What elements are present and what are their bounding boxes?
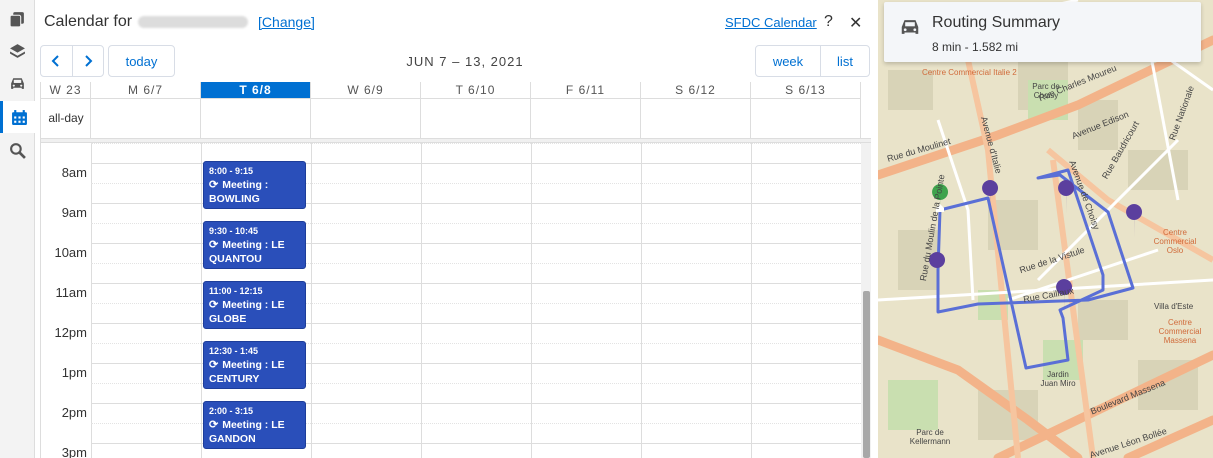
time-label: 12pm (54, 325, 87, 340)
search-icon[interactable] (0, 134, 35, 166)
route-map[interactable]: Centre Commercial Italie 2 Parc de Chois… (878, 0, 1213, 458)
column-line (91, 143, 92, 458)
all-day-row: all-day (41, 99, 871, 139)
event-title: Meeting : LE CENTURY (209, 359, 285, 385)
event-time: 11:00 - 12:15 (209, 286, 263, 296)
event-title: Meeting : LE GANDON (209, 419, 285, 445)
car-icon (901, 20, 919, 34)
day-header[interactable]: F 6/11 (531, 82, 641, 99)
time-grid-scrollbar[interactable] (861, 143, 871, 458)
list-view-button[interactable]: list (821, 46, 869, 76)
calendar-icon[interactable] (0, 101, 35, 133)
map-label: Villa d'Este (1154, 302, 1194, 311)
calendar-event[interactable]: 2:00 - 3:15 ⟳ Meeting : LE GANDON (203, 401, 306, 449)
layers-icon[interactable] (0, 35, 35, 67)
half-hour-line (91, 143, 861, 144)
event-time: 12:30 - 1:45 (209, 346, 259, 356)
map-label: Centre Commercial Italie 2 (922, 68, 1017, 77)
day-header[interactable]: M 6/7 (91, 82, 201, 99)
day-header-today[interactable]: T 6/8 (201, 82, 311, 99)
date-range-title: JUN 7 – 13, 2021 (406, 54, 524, 69)
view-switcher: week list (755, 45, 870, 77)
column-line (531, 143, 532, 458)
calendar-header: Calendar for [Change] SFDC Calendar ? ✕ (35, 0, 876, 42)
event-time: 8:00 - 9:15 (209, 166, 254, 176)
calendar-event[interactable]: 8:00 - 9:15 ⟳ Meeting : BOWLING (203, 161, 306, 209)
day-header[interactable]: S 6/13 (751, 82, 861, 99)
time-label: 10am (54, 245, 87, 260)
week-view-button[interactable]: week (756, 46, 821, 76)
recurring-icon: ⟳ (209, 419, 219, 431)
next-week-button[interactable] (73, 46, 104, 76)
time-grid[interactable]: 8am 9am 10am 11am 12pm 1pm 2pm 3pm 8:00 … (41, 143, 871, 458)
time-label: 3pm (61, 445, 87, 458)
chevron-left-icon (51, 55, 59, 67)
column-line (641, 143, 642, 458)
column-line (201, 143, 202, 458)
calendar-title: Calendar for [Change] (44, 13, 315, 31)
day-header[interactable]: T 6/10 (421, 82, 531, 99)
day-header[interactable]: S 6/12 (641, 82, 751, 99)
all-day-cell[interactable] (201, 99, 311, 139)
event-title: Meeting : LE GLOBE (209, 299, 285, 325)
car-icon[interactable] (0, 67, 35, 99)
calendar-panel: Calendar for [Change] SFDC Calendar ? ✕ t… (35, 0, 876, 458)
copy-icon[interactable] (0, 3, 35, 35)
change-user-link[interactable]: [Change] (258, 14, 315, 30)
sfdc-calendar-link[interactable]: SFDC Calendar (725, 15, 817, 30)
all-day-cell[interactable] (421, 99, 531, 139)
redacted-user-name (138, 15, 249, 28)
time-label: 8am (61, 165, 87, 180)
chevron-right-icon (85, 55, 93, 67)
all-day-cell[interactable] (641, 99, 751, 139)
week-grid: W 23 M 6/7 T 6/8 W 6/9 T 6/10 F 6/11 S 6… (40, 82, 871, 458)
routing-summary-title: Routing Summary (932, 14, 1061, 31)
recurring-icon: ⟳ (209, 179, 219, 191)
map-label: Jardin Juan Miro (1040, 370, 1076, 388)
routing-summary-stats: 8 min - 1.582 mi (932, 40, 1019, 54)
all-day-gutter (41, 99, 91, 139)
calendar-event[interactable]: 11:00 - 12:15 ⟳ Meeting : LE GLOBE (203, 281, 306, 329)
recurring-icon: ⟳ (209, 239, 219, 251)
event-title: Meeting : LE QUANTOU (209, 239, 285, 265)
column-line (421, 143, 422, 458)
map-label: Parc de Kellermann (909, 428, 951, 446)
week-nav (40, 45, 104, 77)
calendar-title-prefix: Calendar for (44, 13, 133, 30)
event-time: 9:30 - 10:45 (209, 226, 259, 236)
map-label: Centre Commercial Oslo (1153, 228, 1197, 255)
help-icon[interactable]: ? (824, 13, 833, 31)
prev-week-button[interactable] (41, 46, 73, 76)
week-number: W 23 (41, 82, 91, 99)
event-time: 2:00 - 3:15 (209, 406, 254, 416)
routing-summary-card[interactable]: Routing Summary 8 min - 1.582 mi (884, 2, 1201, 62)
all-day-cell[interactable] (91, 99, 201, 139)
time-label: 11am (55, 285, 87, 300)
recurring-icon: ⟳ (209, 299, 219, 311)
column-line (311, 143, 312, 458)
calendar-event[interactable]: 9:30 - 10:45 ⟳ Meeting : LE QUANTOU (203, 221, 306, 269)
day-header[interactable]: W 6/9 (311, 82, 421, 99)
all-day-cell[interactable] (531, 99, 641, 139)
all-day-cell[interactable] (311, 99, 421, 139)
close-icon[interactable]: ✕ (849, 13, 862, 33)
time-label: 9am (61, 205, 87, 220)
all-day-cell[interactable] (751, 99, 861, 139)
today-button[interactable]: today (108, 45, 175, 77)
time-label: 1pm (61, 365, 87, 380)
tool-rail (0, 0, 35, 458)
map-label: Centre Commercial Massena (1158, 318, 1202, 345)
time-label: 2pm (61, 405, 87, 420)
scrollbar-thumb[interactable] (863, 291, 870, 458)
recurring-icon: ⟳ (209, 359, 219, 371)
column-line (751, 143, 752, 458)
calendar-event[interactable]: 12:30 - 1:45 ⟳ Meeting : LE CENTURY (203, 341, 306, 389)
